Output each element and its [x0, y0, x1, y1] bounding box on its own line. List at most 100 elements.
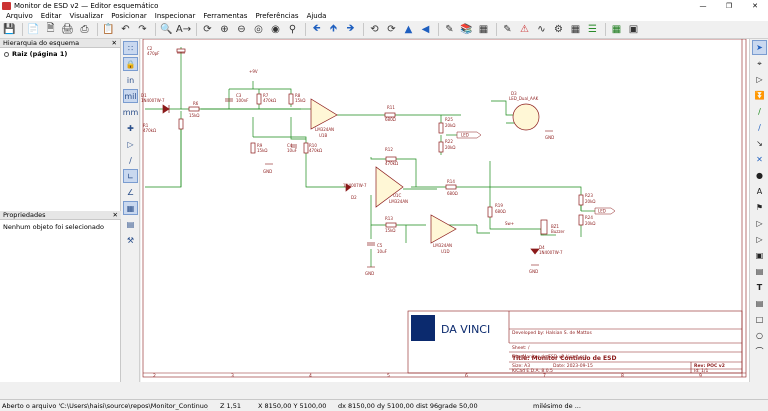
paste-icon[interactable]: 📋 [101, 22, 116, 37]
circle-icon[interactable]: ○ [752, 328, 767, 343]
highlight-net-icon[interactable]: ⌖ [752, 56, 767, 71]
design-blocks-icon[interactable]: ⚒ [123, 233, 138, 247]
add-bus-icon[interactable]: ∕ [752, 120, 767, 135]
page-setup-icon[interactable]: 📄 [26, 22, 41, 37]
erc-icon[interactable]: ⚠ [517, 22, 532, 37]
footprint-editor-icon[interactable]: ▦ [476, 22, 491, 37]
sheet-icon [4, 51, 9, 57]
arc-icon[interactable]: ⌒ [752, 344, 767, 359]
symbol-editor-icon[interactable]: ✎ [442, 22, 457, 37]
find-replace-icon[interactable]: A→ [176, 22, 191, 37]
add-wire-icon[interactable]: ∕ [752, 104, 767, 119]
hierarchy-panel-icon[interactable]: ▦ [123, 201, 138, 215]
zoom-area-icon[interactable]: ⚲ [285, 22, 300, 37]
scripting-console-icon[interactable]: ▣ [626, 22, 641, 37]
hidden-pins-icon[interactable]: ▷ [123, 137, 138, 151]
right-toolbar: ➤ ⌖ ▷ ⏬ ∕ ∕ ↘ ✕ ● A ⚑ ▷ ▷ ▣ ▤ T ▤ □ ○ ⌒ [749, 39, 768, 382]
line-mode-90-icon[interactable]: ∟ [123, 169, 138, 183]
text-tool-icon[interactable]: T [752, 280, 767, 295]
add-power-icon[interactable]: ⏬ [752, 88, 767, 103]
svg-text:15kΩ: 15kΩ [385, 228, 395, 233]
menu-ajuda[interactable]: Ajuda [303, 12, 331, 20]
lock-icon[interactable]: 🔒 [123, 57, 138, 71]
minimize-button[interactable]: — [690, 0, 716, 11]
zoom-objects-icon[interactable]: ◉ [268, 22, 283, 37]
grid-toggle-icon[interactable]: ∷ [123, 41, 138, 55]
svg-text:20kΩ: 20kΩ [585, 199, 595, 204]
close-icon[interactable]: ✕ [113, 211, 118, 219]
close-button[interactable]: ✕ [742, 0, 768, 11]
fields-editor-icon[interactable]: ☰ [585, 22, 600, 37]
print-icon[interactable]: 🖨 [60, 22, 75, 37]
zoom-fit-icon[interactable]: ◎ [251, 22, 266, 37]
junction-icon[interactable]: ● [752, 168, 767, 183]
menu-ferramentas[interactable]: Ferramentas [199, 12, 251, 20]
menu-inspecionar[interactable]: Inspecionar [151, 12, 200, 20]
menu-visualizar[interactable]: Visualizar [66, 12, 108, 20]
mirror-h-icon[interactable]: ◀ [418, 22, 433, 37]
net-class-icon[interactable]: ⚑ [752, 200, 767, 215]
global-label-icon[interactable]: ▷ [752, 216, 767, 231]
components [162, 48, 584, 255]
menu-editar[interactable]: Editar [37, 12, 66, 20]
nav-forward-icon[interactable]: 🡺 [343, 22, 358, 37]
bom-icon[interactable]: ▦ [568, 22, 583, 37]
plot-icon[interactable]: ⎙ [77, 22, 92, 37]
status-message: Aberto o arquivo 'C:\Users\haisi\source\… [2, 401, 208, 410]
tree-item-root[interactable]: Raiz (página 1) [0, 48, 120, 60]
hierarchy-title: Hierarquia do esquema [3, 39, 80, 47]
svg-text:LM324AN: LM324AN [315, 127, 334, 132]
select-tool-icon[interactable]: ➤ [752, 40, 767, 55]
units-mm-button[interactable]: mm [123, 105, 139, 119]
properties-panel-icon[interactable]: ▤ [123, 217, 138, 231]
mirror-v-icon[interactable]: ▲ [401, 22, 416, 37]
label-icon[interactable]: A [752, 184, 767, 199]
pcb-editor-icon[interactable]: ▦ [609, 22, 624, 37]
cursor-shape-icon[interactable]: ✚ [123, 121, 138, 135]
svg-text:R23: R23 [585, 193, 593, 198]
menu-arquivo[interactable]: Arquivo [2, 12, 37, 20]
textbox-icon[interactable]: ▤ [752, 296, 767, 311]
assign-footprints-icon[interactable]: ⚙ [551, 22, 566, 37]
hier-sheet-icon[interactable]: ▣ [752, 248, 767, 263]
units-in-button[interactable]: in [123, 73, 138, 87]
redo-icon[interactable]: ↷ [135, 22, 150, 37]
rotate-cw-icon[interactable]: ⟳ [384, 22, 399, 37]
rotate-ccw-icon[interactable]: ⟲ [367, 22, 382, 37]
svg-text:680Ω: 680Ω [495, 209, 506, 214]
find-icon[interactable]: 🔍 [159, 22, 174, 37]
menu-posicionar[interactable]: Posicionar [107, 12, 151, 20]
annotate-icon[interactable]: ✎ [500, 22, 515, 37]
zoom-out-icon[interactable]: ⊖ [234, 22, 249, 37]
toolbar-separator [305, 23, 306, 36]
zoom-redraw-icon[interactable]: ⟳ [200, 22, 215, 37]
bus-entry-icon[interactable]: ↘ [752, 136, 767, 151]
hier-label-icon[interactable]: ▷ [752, 232, 767, 247]
svg-text:470kΩ: 470kΩ [309, 148, 322, 153]
close-icon[interactable]: ✕ [112, 39, 117, 47]
maximize-button[interactable]: ❐ [716, 0, 742, 11]
line-mode-45-icon[interactable]: ∠ [123, 185, 138, 199]
horizontal-scrollbar[interactable] [141, 382, 749, 399]
units-mil-button[interactable]: mil [123, 89, 138, 103]
symbol-library-icon[interactable]: 📚 [459, 22, 474, 37]
title-bar: Monitor de ESD v2 — Editor esquemático —… [0, 0, 768, 11]
svg-text:Buzzer: Buzzer [551, 229, 565, 234]
no-connect-icon[interactable]: ✕ [752, 152, 767, 167]
zoom-in-icon[interactable]: ⊕ [217, 22, 232, 37]
undo-icon[interactable]: ↶ [118, 22, 133, 37]
import-sheet-pin-icon[interactable]: ▤ [752, 264, 767, 279]
nav-back-icon[interactable]: 🡸 [309, 22, 324, 37]
rectangle-icon[interactable]: □ [752, 312, 767, 327]
schematic-canvas[interactable]: 2 3 4 5 6 7 8 9 C2 470pF D1 1N4007W-7 R1… [141, 38, 749, 382]
window-title: Monitor de ESD v2 — Editor esquemático [14, 1, 159, 10]
save-icon[interactable]: 💾 [2, 22, 17, 37]
svg-text:Sheet: /: Sheet: / [512, 345, 530, 351]
nav-up-icon[interactable]: 🡹 [326, 22, 341, 37]
add-symbol-icon[interactable]: ▷ [752, 72, 767, 87]
menu-preferencias[interactable]: Preferências [251, 12, 302, 20]
toolbar-separator [438, 23, 439, 36]
simulator-icon[interactable]: ∿ [534, 22, 549, 37]
page-settings-icon[interactable]: 🗎 [43, 22, 58, 37]
line-mode-free-icon[interactable]: ∕ [123, 153, 138, 167]
